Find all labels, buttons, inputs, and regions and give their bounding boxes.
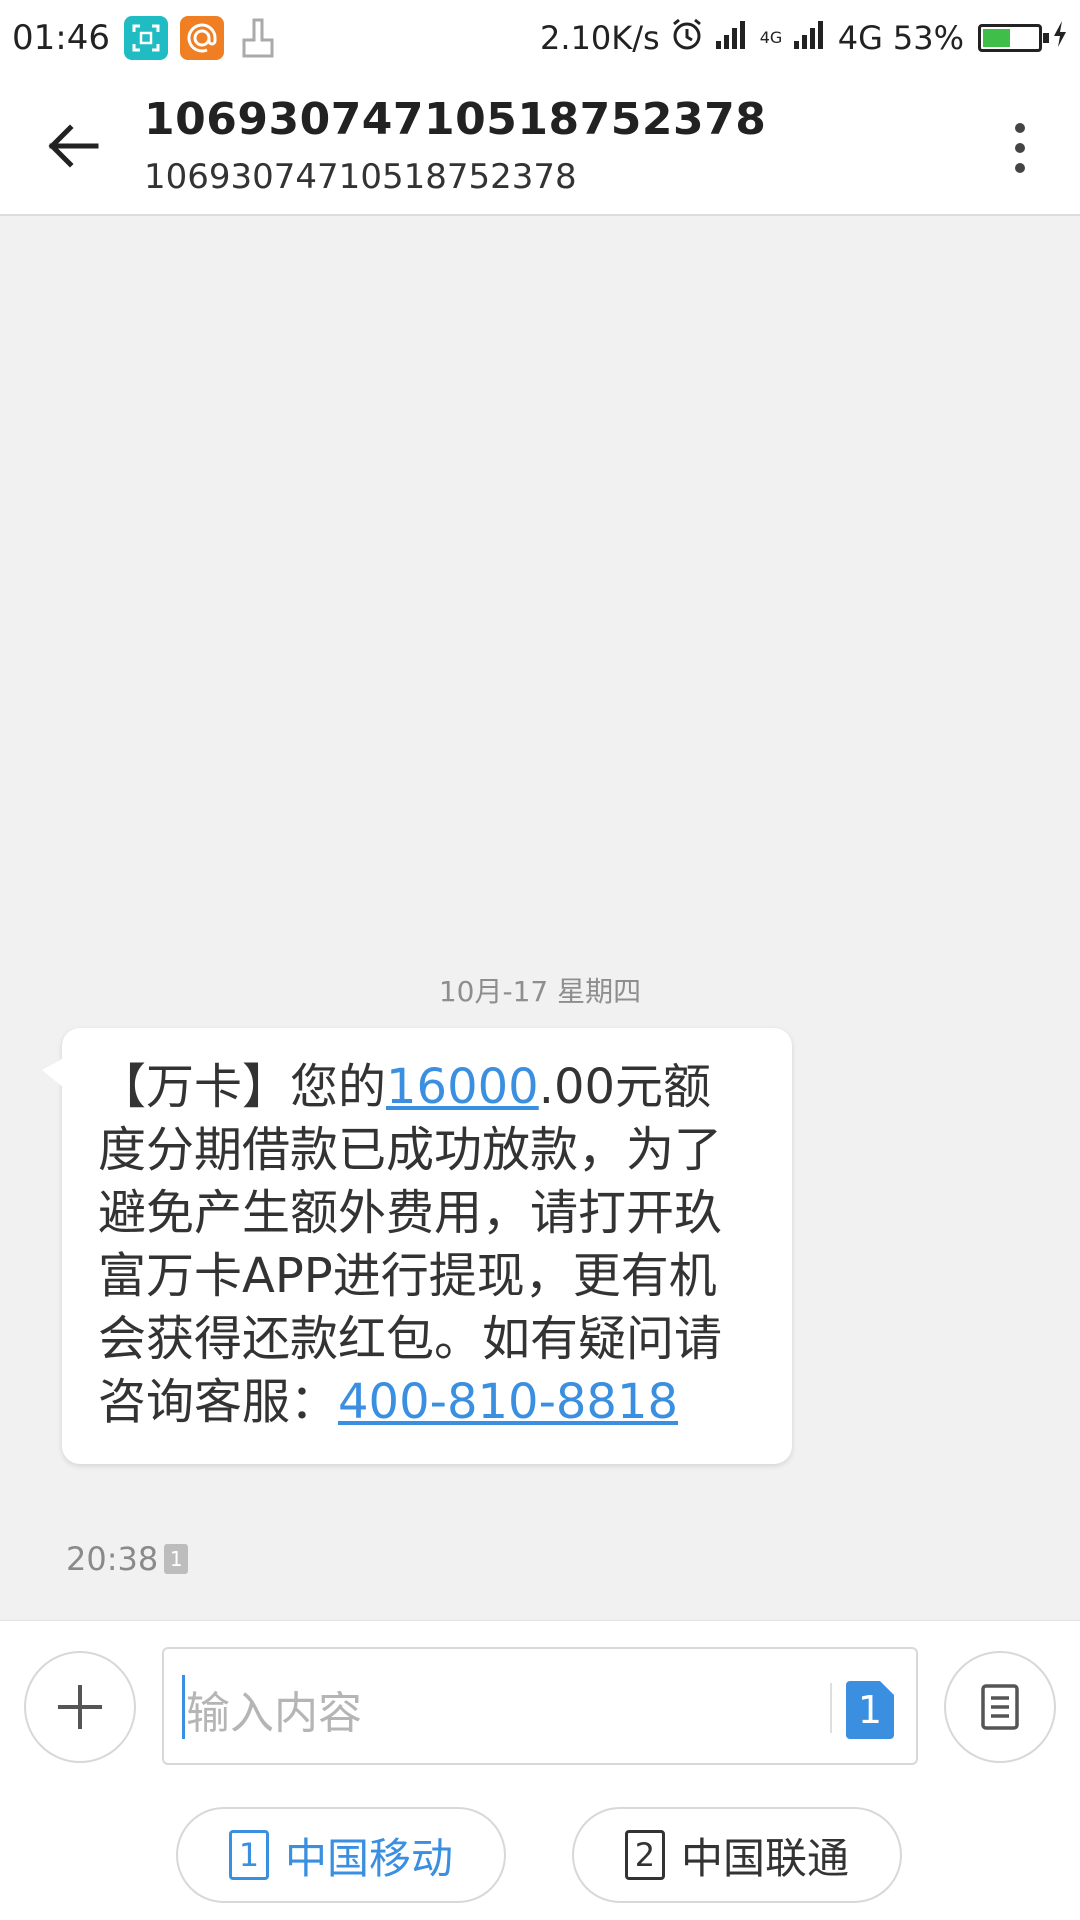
add-attachment-button[interactable]: [24, 1651, 136, 1763]
hand-notification-icon: [236, 16, 280, 60]
sim-send-button[interactable]: 1: [846, 1681, 894, 1739]
battery-icon: [978, 24, 1049, 52]
mail-notification-icon: [179, 16, 224, 60]
more-options-button[interactable]: [1000, 116, 1040, 180]
signal-bars-icon: [714, 19, 750, 57]
signal-bars-icon-2: [792, 19, 828, 57]
header-titles: 10693074710518752378 1069307471051875237…: [144, 94, 766, 197]
scan-notification-icon: [123, 16, 168, 60]
net-speed: 2.10K/s: [540, 19, 660, 57]
input-divider: [830, 1683, 832, 1733]
message-input[interactable]: 输入内容 1: [162, 1647, 918, 1765]
bubble-tail: [42, 1058, 64, 1088]
status-indicators: 2.10K/s 4G 4G 53%: [540, 17, 1068, 59]
plus-icon: [58, 1685, 102, 1729]
contact-title: 10693074710518752378: [144, 94, 767, 145]
date-divider: 10月-17 星期四: [438, 975, 642, 1008]
network-type: 4G: [837, 19, 883, 57]
status-bar: 01:46 2.10K/s 4G 4G 53%: [0, 0, 1080, 76]
carrier-name: 中国移动: [284, 1833, 453, 1883]
sim-send-label: 1: [857, 1688, 883, 1732]
more-dot-icon: [1015, 123, 1025, 133]
sim-card-icon: 1: [228, 1830, 269, 1880]
back-arrow-icon: [48, 124, 99, 168]
conversation-header: 10693074710518752378 1069307471051875237…: [0, 76, 1080, 216]
status-time: 01:46: [12, 18, 110, 58]
document-icon: [981, 1684, 1019, 1730]
battery-fill: [983, 29, 1010, 47]
network-type-small: 4G: [759, 28, 783, 47]
charging-icon: [1052, 19, 1068, 57]
sim-slot-badge: 1: [164, 1544, 189, 1574]
send-carrier-2-button[interactable]: 2 中国联通: [572, 1807, 902, 1903]
text-caret: [182, 1675, 185, 1739]
back-button[interactable]: [40, 114, 104, 178]
message-time: 20:38: [66, 1540, 159, 1578]
message-list[interactable]: 10月-17 星期四 【万卡】您的16000.00元额度分期借款已成功放款，为了…: [0, 218, 1080, 1618]
composer: 输入内容 1 1 中国移动 2 中国联通: [0, 1620, 1080, 1920]
carrier-name: 中国联通: [680, 1833, 849, 1883]
sim-card-icon: 2: [624, 1830, 665, 1880]
message-prefix: 【万卡】您的: [98, 1059, 387, 1115]
battery-tip: [1043, 33, 1049, 43]
message-meta: 20:38 1: [66, 1540, 189, 1578]
alarm-icon: [670, 17, 704, 59]
contact-number: 10693074710518752378: [144, 157, 577, 197]
amount-link[interactable]: 16000: [386, 1059, 539, 1115]
more-dot-icon: [1015, 143, 1025, 153]
battery-percent: 53%: [892, 19, 964, 57]
phone-link[interactable]: 400-810-8818: [338, 1374, 678, 1430]
message-input-placeholder: 输入内容: [186, 1688, 362, 1739]
more-dot-icon: [1015, 163, 1025, 173]
send-carrier-1-button[interactable]: 1 中国移动: [176, 1807, 506, 1903]
message-bubble[interactable]: 【万卡】您的16000.00元额度分期借款已成功放款，为了避免产生额外费用，请打…: [42, 1028, 792, 1464]
quick-text-button[interactable]: [944, 1651, 1056, 1763]
